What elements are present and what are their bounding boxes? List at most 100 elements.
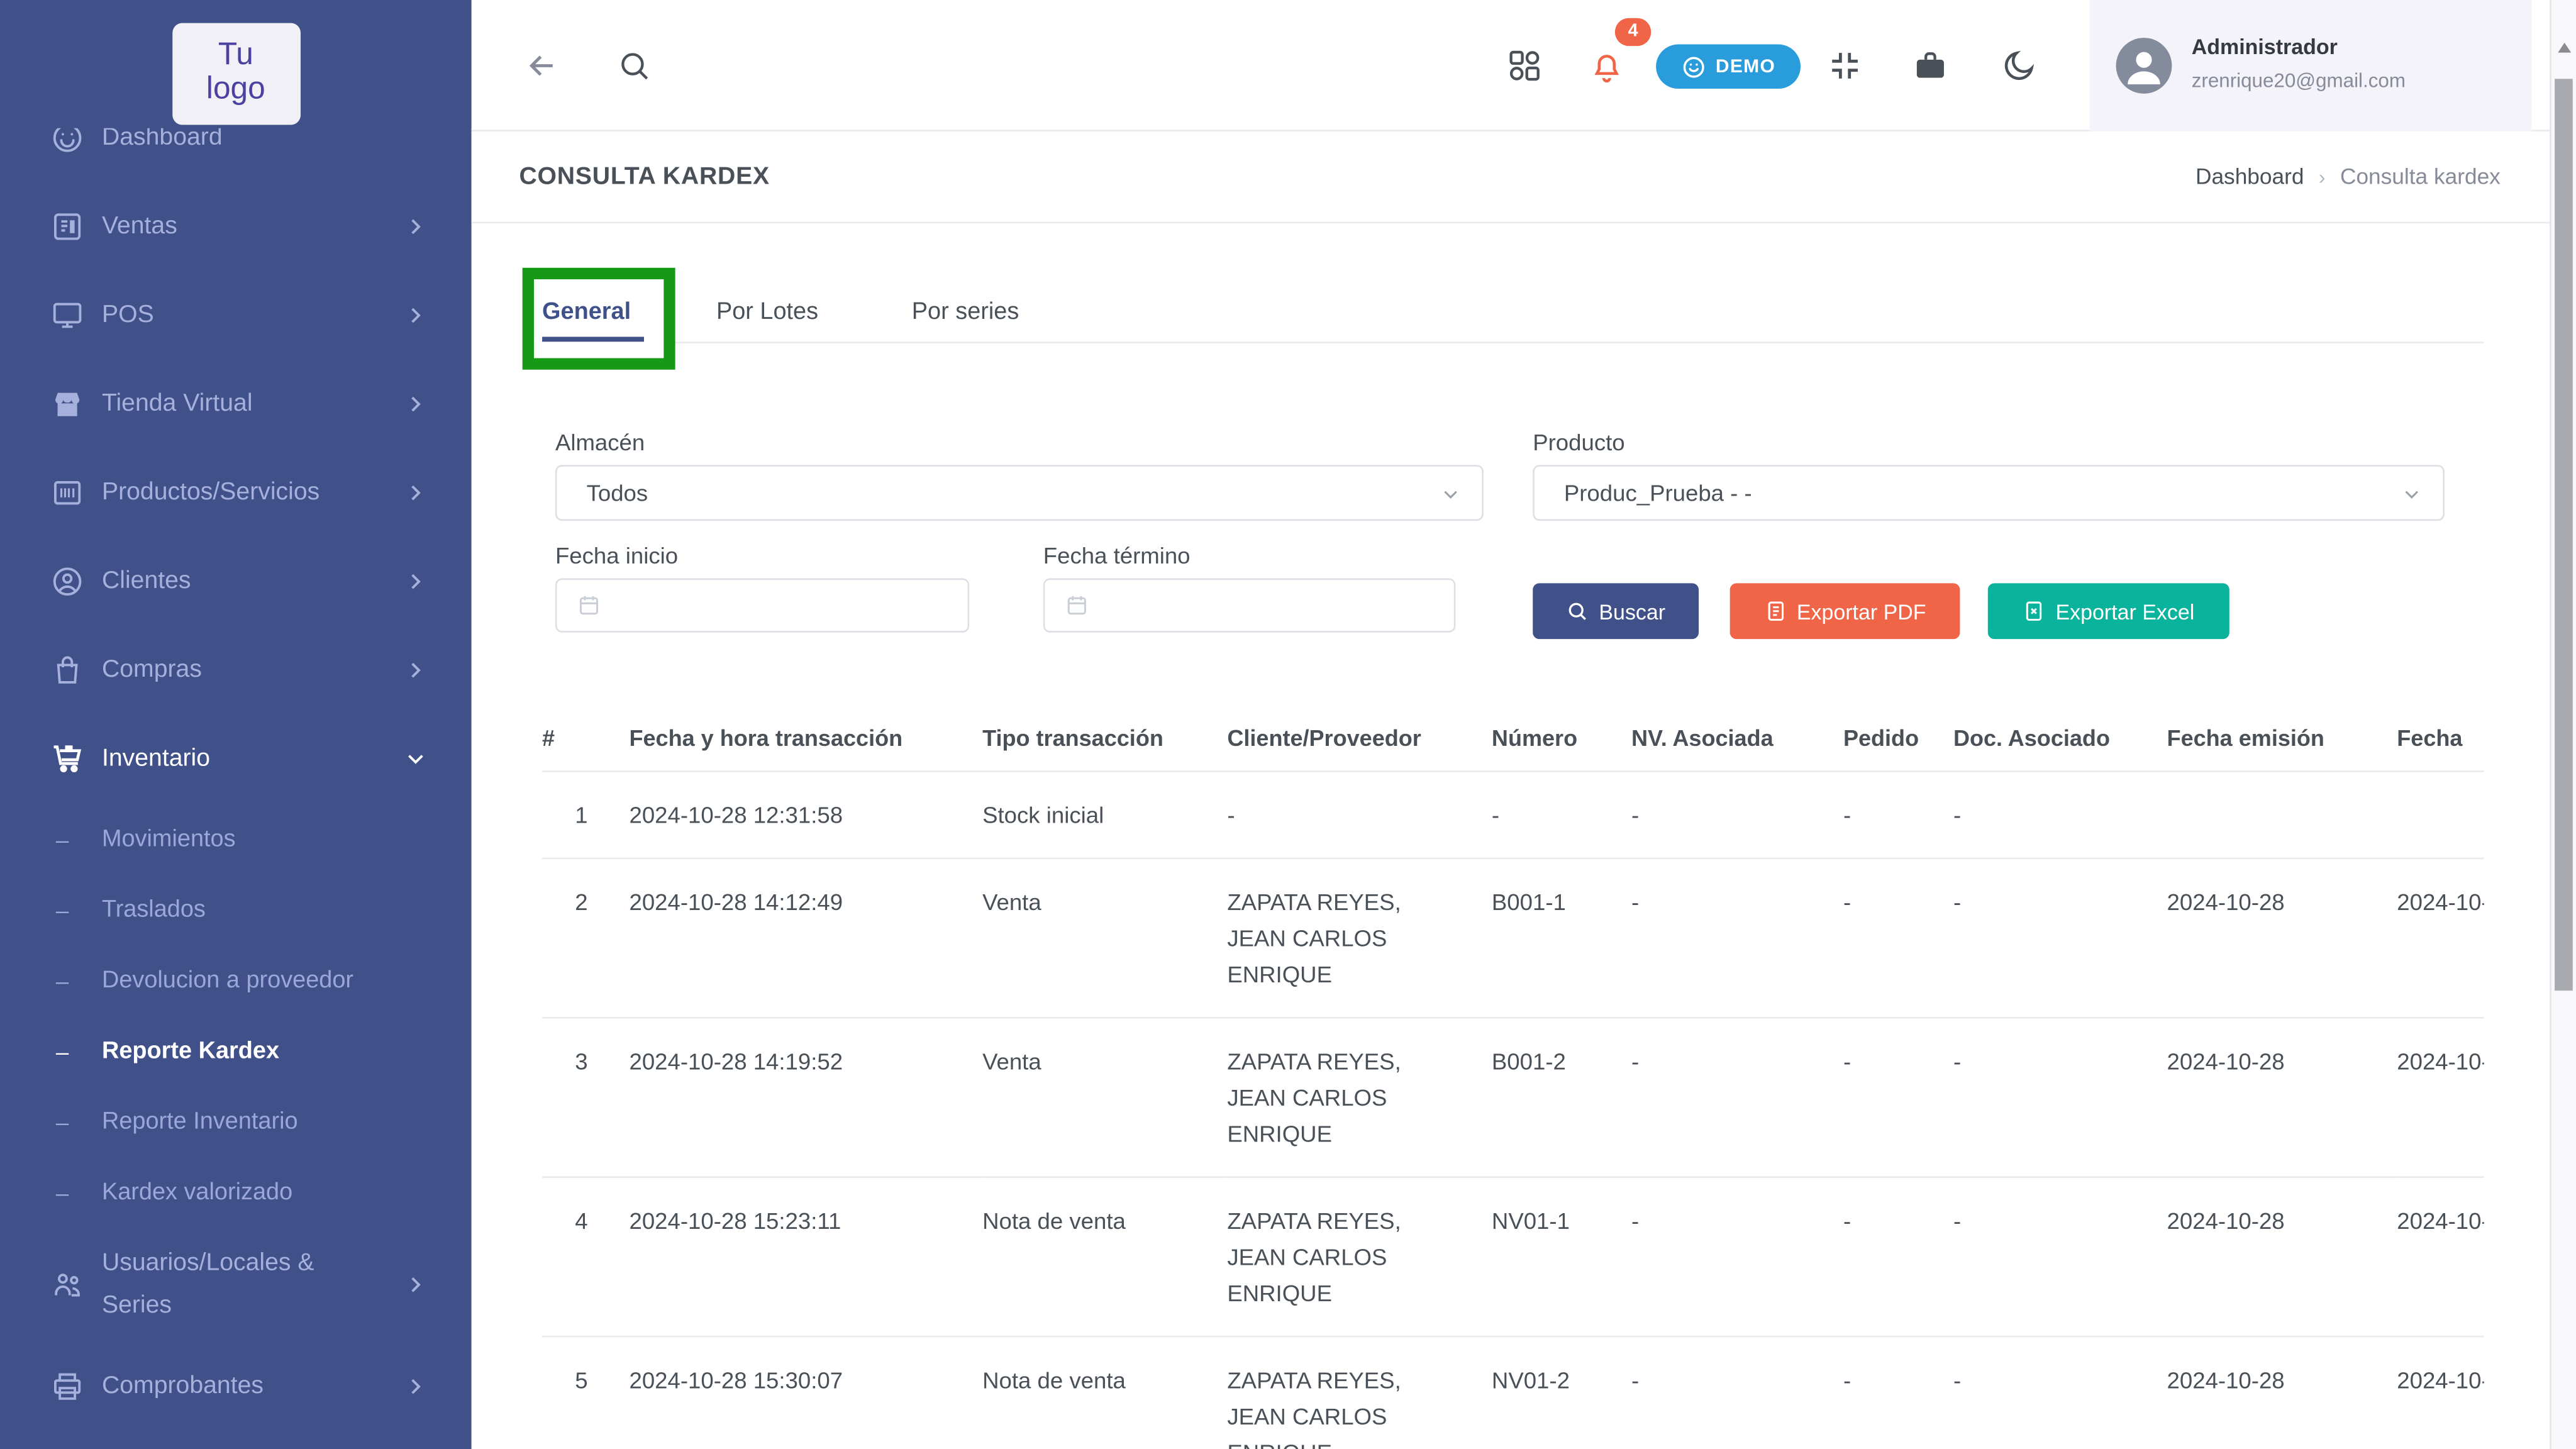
notification-badge: 4	[1615, 18, 1651, 46]
search-icon[interactable]	[616, 48, 652, 84]
column-header: Doc. Asociado	[1953, 706, 2167, 771]
table-row: 5 2024-10-28 15:30:07 Nota de venta ZAPA…	[542, 1336, 2484, 1449]
briefcase-icon[interactable]	[1913, 48, 1948, 84]
cell-doc-asociado: -	[1953, 1018, 2167, 1177]
notification-bell-icon[interactable]	[1589, 51, 1624, 87]
calendar-icon	[577, 593, 601, 618]
cell-fecha: 2024-10-28	[2397, 1336, 2484, 1449]
chevron-right-icon	[402, 303, 429, 329]
sidebar-item-ventas[interactable]: Ventas	[0, 182, 472, 271]
fecha-inicio-input[interactable]	[555, 579, 969, 633]
fullscreen-toggle-icon[interactable]	[1827, 48, 1863, 84]
kardex-table-container: #Fecha y hora transacciónTipo transacció…	[542, 706, 2484, 1449]
producto-select[interactable]: Produc_Prueba - -	[1533, 465, 2445, 521]
fecha-termino-label: Fecha término	[1043, 542, 1191, 569]
buscar-button[interactable]: Buscar	[1533, 583, 1699, 639]
main-area: 4 DEMO Administrador zrenrique20@gmail.c…	[472, 0, 2550, 1449]
cell-doc-asociado: -	[1953, 1177, 2167, 1336]
tab-por-lotes[interactable]: Por Lotes	[716, 299, 818, 325]
tab-general[interactable]: General	[542, 299, 631, 325]
cell-fecha-emision: 2024-10-28	[2167, 858, 2397, 1018]
printer-icon	[49, 1368, 85, 1404]
cell-doc-asociado: -	[1953, 1336, 2167, 1449]
producto-label: Producto	[1533, 429, 1624, 455]
sidebar-subitem-reporte-kardex[interactable]: – Reporte Kardex	[0, 1015, 472, 1085]
sidebar-subitem-traslados[interactable]: – Traslados	[0, 874, 472, 945]
cell-cliente: -	[1227, 771, 1492, 858]
demo-badge[interactable]: DEMO	[1656, 45, 1801, 89]
cell-doc-asociado: -	[1953, 771, 2167, 858]
cell-fecha: 2024-10-28	[2397, 1177, 2484, 1336]
almacen-select[interactable]: Todos	[555, 465, 1484, 521]
back-arrow-icon[interactable]	[524, 48, 560, 84]
sidebar-item-inventario[interactable]: Inventario	[0, 714, 472, 803]
cell-numero: NV01-1	[1492, 1177, 1631, 1336]
cell-index: 3	[542, 1018, 629, 1177]
sidebar-subitem-reporte-inventario[interactable]: – Reporte Inventario	[0, 1086, 472, 1157]
scrollbar-thumb[interactable]	[2555, 79, 2573, 991]
cell-fecha: 2024-10-28	[2397, 1018, 2484, 1177]
user-circle-icon	[49, 564, 85, 599]
scrollbar-up-arrow[interactable]	[2558, 43, 2571, 53]
cell-pedido: -	[1843, 1336, 1953, 1449]
user-email: zrenrique20@gmail.com	[2192, 69, 2406, 92]
vertical-scrollbar[interactable]	[2550, 0, 2576, 1449]
exportar-excel-button[interactable]: Exportar Excel	[1988, 583, 2229, 639]
dash-bullet: –	[56, 896, 69, 923]
cell-cliente: ZAPATA REYES, JEAN CARLOS ENRIQUE	[1227, 1018, 1492, 1177]
search-icon	[1566, 599, 1589, 623]
cell-tipo: Nota de venta	[982, 1336, 1227, 1449]
column-header: Fecha y hora transacción	[629, 706, 982, 771]
cell-tipo: Venta	[982, 1018, 1227, 1177]
excel-file-icon	[2023, 599, 2046, 623]
sidebar-subitem-movimientos[interactable]: – Movimientos	[0, 803, 472, 874]
cell-nv-asociada: -	[1631, 771, 1843, 858]
dark-mode-moon-icon[interactable]	[2001, 48, 2037, 84]
cell-fecha-hora: 2024-10-28 14:12:49	[629, 858, 982, 1018]
sidebar-item-tienda-virtual[interactable]: Tienda Virtual	[0, 360, 472, 448]
apps-grid-icon[interactable]	[1506, 48, 1542, 84]
cell-nv-asociada: -	[1631, 1018, 1843, 1177]
chevron-right-icon	[402, 569, 429, 595]
cell-fecha-emision	[2167, 771, 2397, 858]
app-window: Dashboard Ventas POS Tienda Virtual Prod…	[0, 0, 2576, 1449]
sidebar-item-usuarios-locales-series[interactable]: Usuarios/Locales & Series	[0, 1227, 472, 1342]
sidebar-menu: Dashboard Ventas POS Tienda Virtual Prod…	[0, 0, 472, 1431]
sidebar-subitem-kardex-valorizado[interactable]: – Kardex valorizado	[0, 1157, 472, 1227]
sidebar-item-productos-servicios[interactable]: Productos/Servicios	[0, 448, 472, 537]
user-menu[interactable]: Administrador zrenrique20@gmail.com	[2090, 0, 2532, 131]
chevron-right-icon	[402, 391, 429, 418]
sidebar-item-compras[interactable]: Compras	[0, 626, 472, 714]
chevron-right-icon	[402, 657, 429, 684]
shopping-bag-icon	[49, 652, 85, 688]
brand-logo[interactable]: Tu logo	[172, 23, 300, 125]
chevron-right-icon	[402, 480, 429, 506]
cell-tipo: Nota de venta	[982, 1177, 1227, 1336]
tab-por-series[interactable]: Por series	[912, 299, 1019, 325]
cell-fecha-hora: 2024-10-28 12:31:58	[629, 771, 982, 858]
fecha-termino-input[interactable]	[1043, 579, 1456, 633]
breadcrumb-current: Consulta kardex	[2340, 164, 2501, 189]
cell-nv-asociada: -	[1631, 1177, 1843, 1336]
sidebar-logo-area: Tu logo	[0, 0, 472, 128]
cell-fecha-hora: 2024-10-28 15:23:11	[629, 1177, 982, 1336]
sidebar-item-clientes[interactable]: Clientes	[0, 537, 472, 626]
sidebar-item-comprobantes[interactable]: Comprobantes	[0, 1342, 472, 1431]
active-tab-underline	[542, 337, 644, 342]
user-name: Administrador	[2192, 35, 2338, 59]
cell-pedido: -	[1843, 1018, 1953, 1177]
dash-bullet: –	[56, 967, 69, 993]
breadcrumb-dashboard[interactable]: Dashboard	[2196, 164, 2304, 189]
dash-bullet: –	[56, 1108, 69, 1135]
column-header: NV. Asociada	[1631, 706, 1843, 771]
chevron-right-icon	[402, 214, 429, 240]
chevron-right-icon	[402, 1374, 429, 1400]
table-row: 1 2024-10-28 12:31:58 Stock inicial - - …	[542, 771, 2484, 858]
exportar-pdf-button[interactable]: Exportar PDF	[1730, 583, 1960, 639]
cell-index: 5	[542, 1336, 629, 1449]
sidebar-subitem-devolucion-a-proveedor[interactable]: – Devolucion a proveedor	[0, 945, 472, 1015]
page-header: CONSULTA KARDEX Dashboard›Consulta karde…	[472, 131, 2550, 223]
topbar: 4 DEMO Administrador zrenrique20@gmail.c…	[472, 0, 2550, 131]
fecha-inicio-label: Fecha inicio	[555, 542, 678, 569]
sidebar-item-pos[interactable]: POS	[0, 271, 472, 360]
